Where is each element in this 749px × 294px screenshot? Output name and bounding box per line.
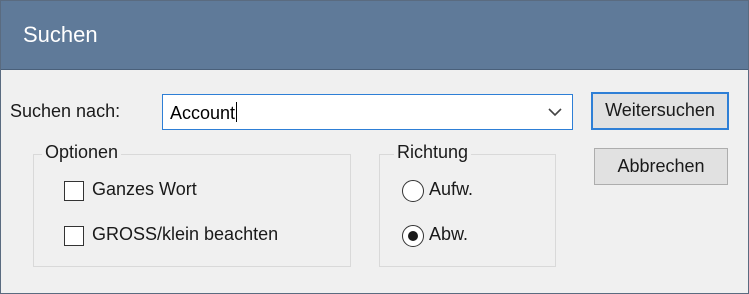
whole-word-label[interactable]: Ganzes Wort [92,179,197,200]
options-group-title: Optionen [42,142,122,163]
direction-up-radio[interactable] [402,180,424,202]
search-input[interactable]: Account [170,102,238,124]
direction-group: Richtung Aufw. Abw. [379,142,556,267]
direction-up-label[interactable]: Aufw. [429,179,473,200]
title-bar[interactable]: Suchen [1,1,748,70]
chevron-down-icon[interactable] [547,105,563,119]
search-input-value: Account [170,103,236,123]
find-dialog: Suchen Suchen nach: Account Weitersuchen… [0,0,749,294]
direction-down-label[interactable]: Abw. [429,224,468,245]
match-case-label[interactable]: GROSS/klein beachten [92,224,278,245]
radio-selected-dot [408,231,418,241]
whole-word-checkbox[interactable] [64,181,84,201]
dialog-body: Suchen nach: Account Weitersuchen Abbrec… [1,70,748,293]
dialog-title: Suchen [23,22,98,47]
options-group: Optionen Ganzes Wort GROSS/klein beachte… [33,142,351,267]
match-case-checkbox[interactable] [64,226,84,246]
cancel-button[interactable]: Abbrechen [594,148,728,185]
text-caret [236,102,238,122]
search-combobox[interactable]: Account [162,94,573,130]
direction-group-title: Richtung [394,142,472,163]
find-next-button[interactable]: Weitersuchen [591,92,729,130]
search-label: Suchen nach: [10,101,121,121]
direction-down-radio[interactable] [402,225,424,247]
